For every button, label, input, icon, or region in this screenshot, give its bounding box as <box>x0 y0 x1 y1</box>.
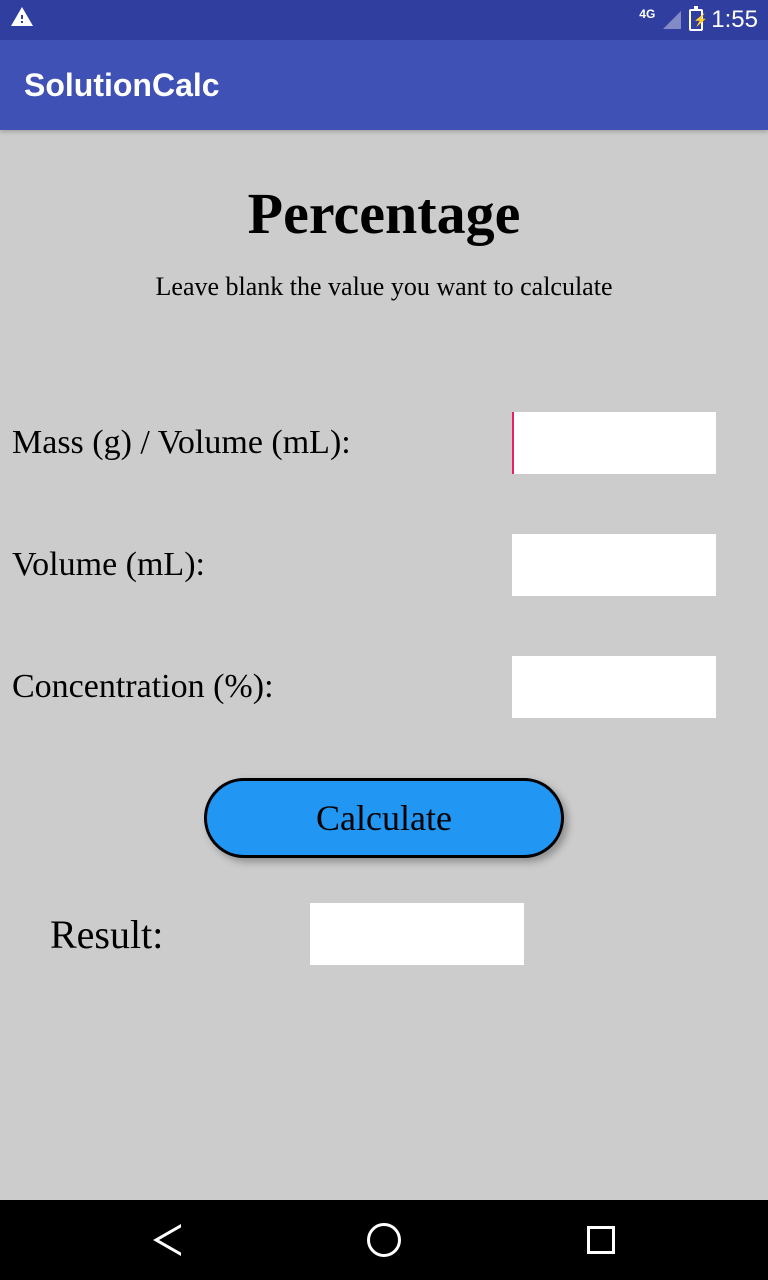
recent-apps-button[interactable] <box>587 1226 615 1254</box>
status-bar: 4G ⚡ 1:55 <box>0 0 768 40</box>
clock: 1:55 <box>711 6 758 34</box>
volume-label: Volume (mL): <box>12 546 512 584</box>
status-right: 4G ⚡ 1:55 <box>639 6 758 34</box>
form-container: Mass (g) / Volume (mL): Volume (mL): Con… <box>12 412 756 965</box>
result-output <box>310 903 524 965</box>
page-subtitle: Leave blank the value you want to calcul… <box>12 272 756 302</box>
mass-row: Mass (g) / Volume (mL): <box>12 412 756 474</box>
calculate-button[interactable]: Calculate <box>204 778 564 858</box>
navigation-bar <box>0 1200 768 1280</box>
concentration-label: Concentration (%): <box>12 668 512 706</box>
page-title: Percentage <box>12 180 756 247</box>
result-label: Result: <box>50 911 310 958</box>
app-bar: SolutionCalc <box>0 40 768 130</box>
volume-row: Volume (mL): <box>12 534 756 596</box>
mass-input[interactable] <box>512 412 716 474</box>
app-title: SolutionCalc <box>24 67 220 104</box>
warning-icon <box>10 5 34 36</box>
mass-label: Mass (g) / Volume (mL): <box>12 424 512 462</box>
network-indicator: 4G <box>639 7 655 21</box>
concentration-row: Concentration (%): <box>12 656 756 718</box>
status-left <box>10 5 639 36</box>
result-row: Result: <box>12 903 756 965</box>
volume-input[interactable] <box>512 534 716 596</box>
battery-icon: ⚡ <box>689 9 703 31</box>
signal-icon <box>663 11 681 29</box>
concentration-input[interactable] <box>512 656 716 718</box>
main-content: Percentage Leave blank the value you wan… <box>0 130 768 985</box>
back-button[interactable] <box>153 1224 181 1256</box>
home-button[interactable] <box>367 1223 401 1257</box>
